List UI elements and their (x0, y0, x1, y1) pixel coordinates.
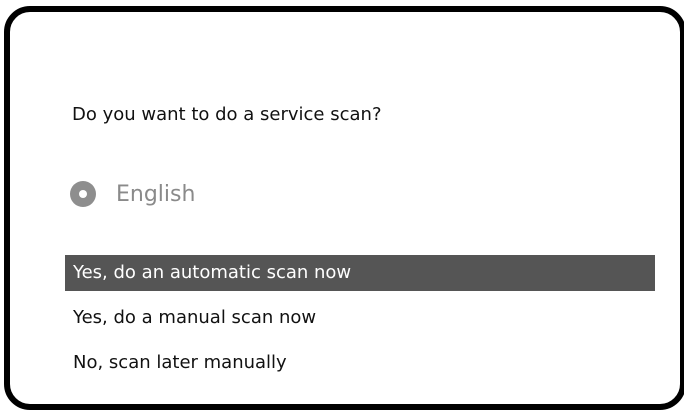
radio-selected-icon (70, 181, 96, 207)
dialog-question: Do you want to do a service scan? (72, 104, 382, 125)
scan-option-automatic[interactable]: Yes, do an automatic scan now (65, 255, 655, 291)
language-option[interactable]: English (70, 179, 195, 209)
scan-option-manual[interactable]: Yes, do a manual scan now (65, 300, 655, 336)
language-label: English (116, 181, 196, 207)
tv-dialog-frame: Do you want to do a service scan? Englis… (4, 6, 684, 410)
scan-option-later[interactable]: No, scan later manually (65, 345, 655, 381)
scan-options-list: Yes, do an automatic scan now Yes, do a … (65, 255, 655, 390)
